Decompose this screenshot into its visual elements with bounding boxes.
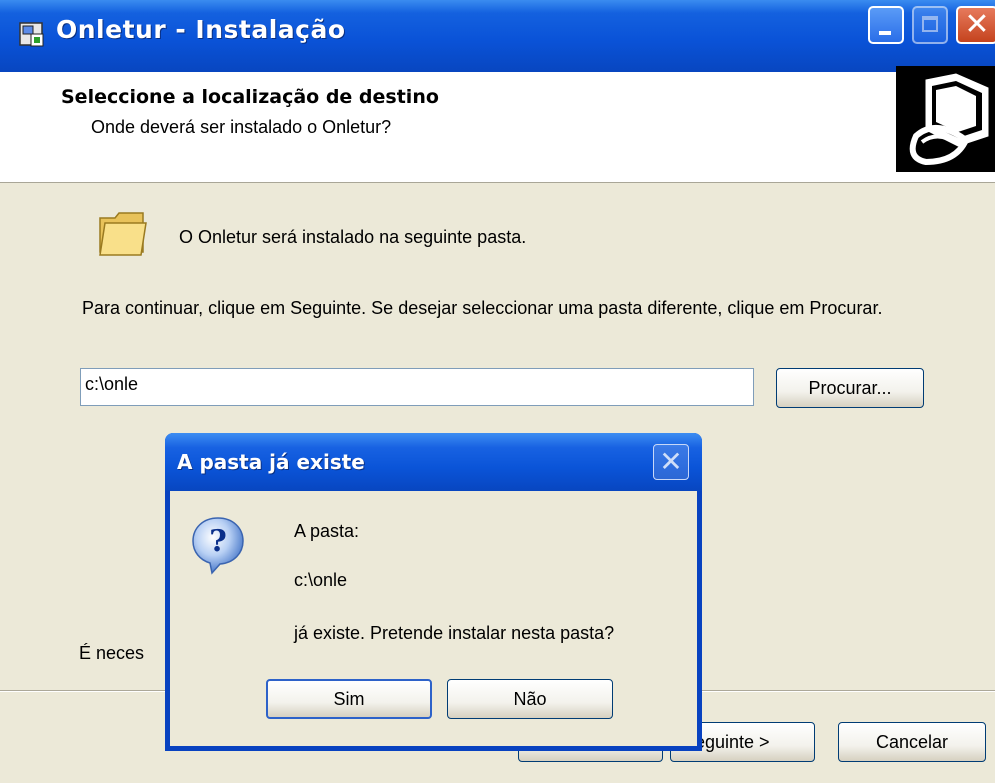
maximize-icon (922, 16, 938, 32)
dialog-message-label: A pasta: (294, 521, 360, 541)
browse-button[interactable]: Procurar... (776, 368, 924, 408)
installer-app-icon (19, 22, 44, 47)
question-icon: ? (192, 517, 244, 575)
close-icon: ✕ (659, 445, 683, 478)
no-button[interactable]: Não (447, 679, 613, 719)
dialog-body: ? A pasta: c:\onle já existe. Pretende i… (170, 491, 697, 746)
folder-exists-dialog: A pasta já existe ✕ ? A pasta: c:\onle j… (165, 433, 702, 751)
cancel-button[interactable]: Cancelar (838, 722, 986, 762)
window-title: Onletur - Instalação (56, 15, 346, 44)
dialog-message-path: c:\onle (294, 570, 348, 590)
dialog-titlebar[interactable]: A pasta já existe ✕ (165, 433, 702, 491)
install-folder-message: O Onletur será instalado na seguinte pas… (179, 227, 527, 247)
continue-instructions: Para continuar, clique em Seguinte. Se d… (82, 298, 883, 318)
disk-space-message: É neces (79, 643, 145, 663)
folder-icon (99, 212, 147, 256)
minimize-button[interactable] (868, 6, 904, 44)
window-titlebar[interactable]: Onletur - Instalação ✕ (0, 0, 995, 72)
page-subtitle: Onde deverá ser instalado o Onletur? (91, 117, 392, 137)
computer-install-icon (896, 66, 995, 172)
page-title: Seleccione a localização de destino (61, 86, 439, 108)
svg-text:?: ? (209, 524, 227, 559)
destination-path-input[interactable]: c:\onle (80, 368, 754, 406)
wizard-header: Seleccione a localização de destino Onde… (0, 66, 995, 183)
yes-button[interactable]: Sim (266, 679, 432, 719)
close-icon: ✕ (964, 7, 990, 42)
maximize-button[interactable] (912, 6, 948, 44)
dialog-title: A pasta já existe (177, 450, 365, 474)
minimize-icon (879, 31, 891, 35)
dialog-close-button[interactable]: ✕ (653, 444, 689, 480)
close-button[interactable]: ✕ (956, 6, 995, 44)
dialog-message-question: já existe. Pretende instalar nesta pasta… (294, 623, 615, 643)
